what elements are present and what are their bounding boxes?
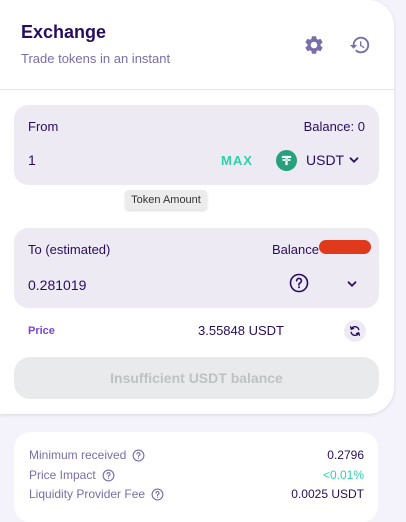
history-icon	[349, 36, 370, 54]
help-icon[interactable]	[132, 449, 145, 462]
token-amount-tooltip: Token Amount	[125, 190, 207, 210]
price-impact-row: Price Impact <0.01%	[29, 468, 364, 484]
card-header: Exchange Trade tokens in an instant	[0, 0, 394, 90]
to-token-chevron-down-icon[interactable]	[347, 279, 357, 289]
insufficient-balance-button[interactable]: Insufficient USDT balance	[14, 357, 379, 399]
settings-button[interactable]	[302, 33, 326, 57]
from-panel: From Balance: 0 1 MAX USDT	[14, 105, 379, 185]
price-impact-label: Price Impact	[29, 468, 96, 482]
history-button[interactable]	[348, 33, 372, 57]
lp-fee-row: Liquidity Provider Fee 0.0025 USDT	[29, 487, 364, 503]
from-balance: Balance: 0	[303, 119, 365, 134]
to-amount-input[interactable]: 0.281019	[28, 277, 86, 293]
page-subtitle: Trade tokens in an instant	[21, 51, 171, 66]
page-title: Exchange	[21, 22, 107, 42]
min-received-row: Minimum received 0.2796	[29, 448, 364, 464]
to-label: To (estimated)	[28, 242, 111, 257]
refresh-icon	[349, 325, 361, 337]
min-received-label: Minimum received	[29, 448, 127, 462]
help-icon[interactable]	[102, 469, 115, 482]
from-amount-input[interactable]: 1	[28, 152, 36, 168]
swap-details-card: Minimum received 0.2796 Price Impact <0.…	[14, 432, 378, 522]
price-label: Price	[28, 325, 55, 337]
to-balance-label: Balance	[272, 242, 319, 257]
chevron-down-icon	[349, 157, 359, 163]
min-received-value: 0.2796	[327, 448, 364, 462]
help-icon[interactable]	[151, 488, 164, 501]
to-panel: To (estimated) Balance 0.281019	[14, 228, 379, 308]
exchange-card: Exchange Trade tokens in an instant From…	[0, 0, 394, 414]
usdt-token-icon	[276, 149, 297, 171]
from-label: From	[28, 119, 59, 134]
redacted-balance	[319, 240, 371, 254]
price-swap-button[interactable]	[344, 320, 366, 342]
price-value: 3.55848 USDT	[198, 323, 284, 338]
max-button[interactable]: MAX	[221, 153, 253, 168]
from-token-name: USDT	[306, 152, 345, 168]
lp-fee-label: Liquidity Provider Fee	[29, 487, 146, 501]
from-token-select[interactable]: USDT	[276, 147, 359, 173]
lp-fee-value: 0.0025 USDT	[291, 487, 364, 501]
unknown-token-icon	[289, 273, 309, 293]
price-impact-value: <0.01%	[322, 468, 364, 482]
gear-icon	[305, 36, 323, 54]
